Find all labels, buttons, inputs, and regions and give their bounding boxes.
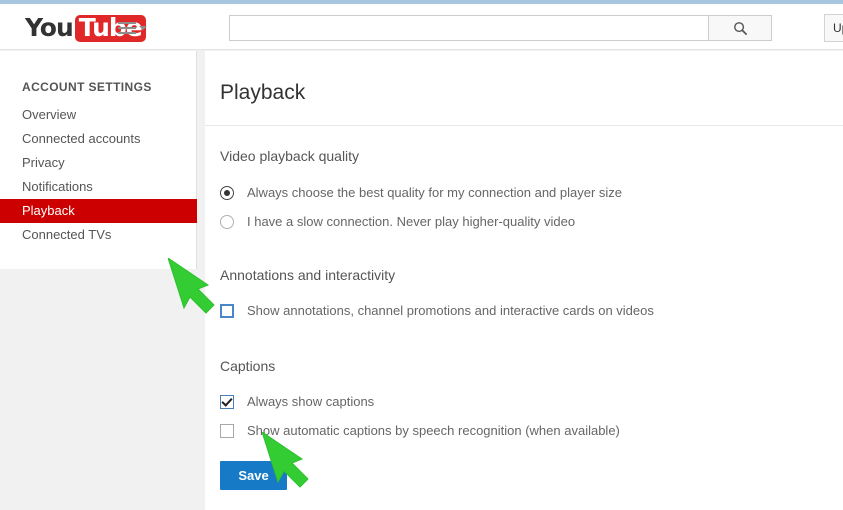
- checkbox-automatic-captions[interactable]: [220, 423, 234, 438]
- sidebar-item-connected-accounts[interactable]: Connected accounts: [0, 127, 197, 151]
- page-root: YouTube Upload ACCOUNT SETTINGS Overview…: [0, 0, 843, 510]
- sidebar: ACCOUNT SETTINGS Overview Connected acco…: [0, 51, 197, 269]
- title-divider: [205, 125, 843, 126]
- upload-button[interactable]: Upload: [824, 14, 843, 42]
- chevron-down-icon: [139, 26, 147, 30]
- radio-label-slow-connection: I have a slow connection. Never play hig…: [247, 214, 576, 229]
- logo-you-text: You: [25, 13, 74, 42]
- sidebar-item-notifications[interactable]: Notifications: [0, 175, 197, 199]
- section-heading-captions: Captions: [220, 358, 276, 374]
- radio-label-best-quality: Always choose the best quality for my co…: [247, 185, 623, 200]
- hamburger-menu-icon[interactable]: [118, 20, 147, 36]
- radio-slow-connection[interactable]: [220, 214, 234, 229]
- hamburger-bar: [118, 32, 136, 34]
- page-title: Playback: [220, 81, 306, 104]
- section-heading-video-quality: Video playback quality: [220, 148, 360, 164]
- checkbox-label-show-annotations: Show annotations, channel promotions and…: [247, 303, 654, 318]
- search-button[interactable]: [709, 15, 772, 41]
- sidebar-item-playback[interactable]: Playback: [0, 199, 197, 223]
- section-heading-annotations: Annotations and interactivity: [220, 267, 396, 283]
- sidebar-item-privacy[interactable]: Privacy: [0, 151, 197, 175]
- save-button[interactable]: Save: [220, 461, 287, 490]
- sidebar-heading: ACCOUNT SETTINGS: [22, 80, 152, 94]
- masthead: YouTube Upload: [0, 4, 843, 50]
- search-icon: [733, 21, 747, 35]
- radio-row-best-quality[interactable]: Always choose the best quality for my co…: [220, 185, 622, 200]
- radio-best-quality[interactable]: [220, 185, 234, 200]
- radio-row-slow-connection[interactable]: I have a slow connection. Never play hig…: [220, 214, 575, 229]
- checkbox-always-show-captions[interactable]: [220, 394, 234, 409]
- checkbox-show-annotations[interactable]: [220, 303, 234, 318]
- sidebar-item-overview[interactable]: Overview: [0, 103, 197, 127]
- sidebar-item-connected-tvs[interactable]: Connected TVs: [0, 223, 197, 247]
- checkbox-row-always-show-captions[interactable]: Always show captions: [220, 394, 374, 409]
- search-bar: [229, 15, 772, 41]
- search-input[interactable]: [229, 15, 709, 41]
- checkbox-row-automatic-captions[interactable]: Show automatic captions by speech recogn…: [220, 423, 620, 438]
- checkbox-row-show-annotations[interactable]: Show annotations, channel promotions and…: [220, 303, 654, 318]
- hamburger-bar: [118, 27, 136, 29]
- main-content: Playback Video playback quality Always c…: [205, 51, 843, 510]
- checkbox-label-automatic-captions: Show automatic captions by speech recogn…: [247, 423, 620, 438]
- hamburger-bar: [118, 22, 136, 24]
- checkbox-label-always-show-captions: Always show captions: [247, 394, 375, 409]
- sidebar-nav-list: Overview Connected accounts Privacy Noti…: [0, 103, 197, 247]
